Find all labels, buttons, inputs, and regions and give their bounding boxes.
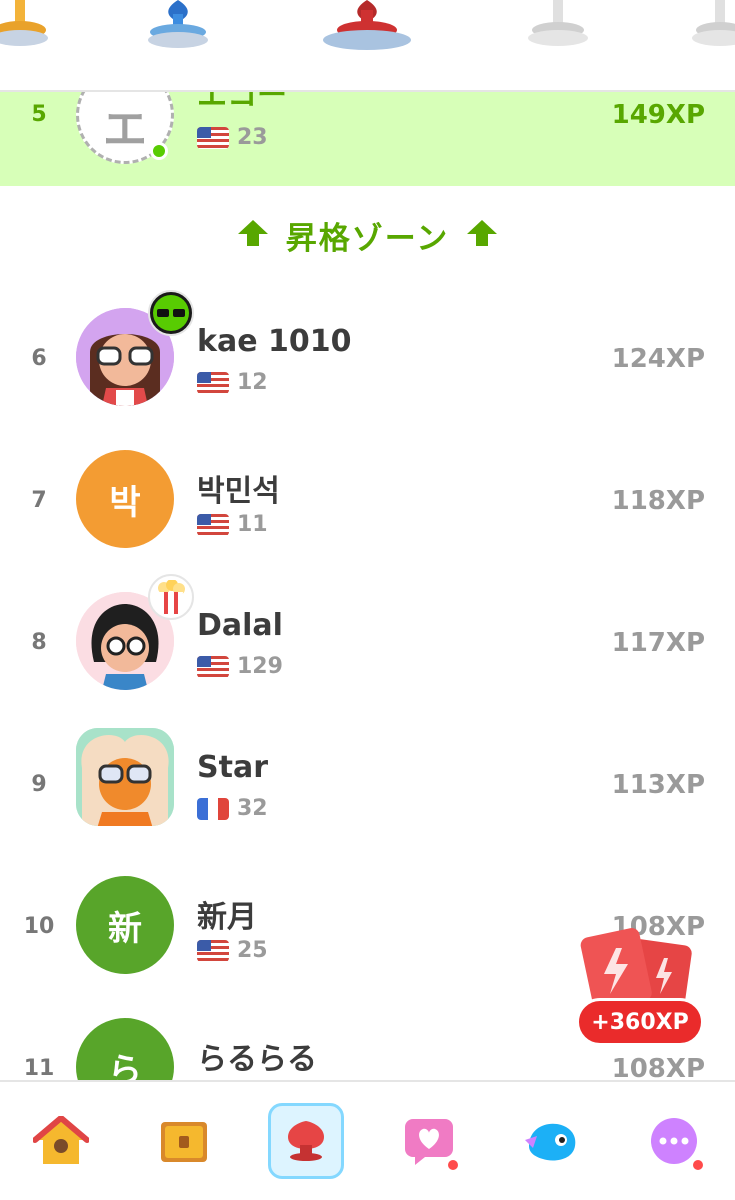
up-arrow-icon [237, 220, 268, 250]
home-icon [33, 1116, 90, 1164]
streak-count: 23 [237, 125, 268, 150]
up-arrow-icon-2 [467, 220, 498, 250]
xp-boost-card[interactable]: +360XP [576, 928, 704, 1048]
rank-number: 7 [31, 488, 47, 513]
league-trophy-strip [0, 0, 735, 92]
us-flag-icon [197, 126, 229, 149]
nav-leaderboard[interactable] [268, 1103, 345, 1179]
user-name: らるらる [197, 1042, 317, 1077]
user-meta: 12 [197, 370, 268, 395]
xp-value: 124XP [611, 344, 705, 374]
user-name: kae 1010 [197, 324, 352, 359]
leaderboard-row-current-user[interactable]: 5 エ エコー 23 149XP [0, 66, 735, 186]
duo-bird-icon [525, 1123, 576, 1161]
nav-duo[interactable] [513, 1103, 589, 1179]
nav-chest[interactable] [146, 1103, 222, 1179]
leaderboard-row[interactable]: 6 kae 1010 12 124XP [0, 290, 735, 432]
xp-boost-label: +360XP [576, 998, 704, 1046]
us-flag-icon [197, 513, 229, 536]
avatar[interactable]: 新 [76, 876, 174, 974]
fr-flag-icon [197, 797, 229, 820]
leaderboard-shield-icon [288, 1121, 325, 1161]
streak-count: 11 [237, 512, 268, 537]
bottom-navigation [0, 1080, 735, 1200]
popcorn-badge-icon [148, 574, 194, 620]
user-name: 박민석 [197, 474, 280, 509]
promotion-zone-label: 昇格ゾーン [285, 220, 450, 257]
nav-more[interactable] [636, 1103, 712, 1179]
xp-value: 118XP [611, 486, 705, 516]
streak-count: 129 [237, 654, 283, 679]
rank-number: 11 [23, 1056, 55, 1081]
streak-count: 32 [237, 796, 268, 821]
heart-message-icon [404, 1119, 453, 1165]
rank-number: 10 [23, 914, 55, 939]
rank-number: 8 [31, 630, 47, 655]
avatar[interactable] [76, 728, 174, 826]
us-flag-icon [197, 371, 229, 394]
rank-number: 5 [31, 102, 47, 127]
promotion-zone-divider: 昇格ゾーン [0, 205, 735, 265]
user-name: 新月 [197, 900, 257, 935]
user-meta: 25 [197, 938, 268, 963]
xp-value: 117XP [611, 628, 705, 658]
gold-trophy-icon [0, 0, 50, 48]
user-meta: 11 [197, 512, 268, 537]
streak-count: 12 [237, 370, 268, 395]
leaderboard-row[interactable]: 9 Star 32 113XP [0, 716, 735, 858]
us-flag-icon [197, 939, 229, 962]
user-name: Star [197, 750, 268, 785]
user-meta: 23 [197, 125, 268, 150]
rank-number: 9 [31, 772, 47, 797]
avatar[interactable]: 박 [76, 450, 174, 548]
us-flag-icon [197, 655, 229, 678]
xp-value: 113XP [611, 770, 705, 800]
notification-dot [689, 1157, 706, 1173]
leaderboard-row[interactable]: 7 박 박민석 11 118XP [0, 432, 735, 574]
silver-trophy-icon [526, 0, 590, 48]
leaderboard-row[interactable]: 8 Dalal 129 117XP [0, 574, 735, 716]
online-indicator [150, 142, 168, 160]
nav-home[interactable] [23, 1103, 99, 1179]
notification-dot [444, 1157, 461, 1173]
user-name: Dalal [197, 608, 283, 643]
red-trophy-icon [320, 0, 414, 54]
nav-messages[interactable] [391, 1103, 467, 1179]
user-meta: 32 [197, 796, 268, 821]
sunglasses-owl-badge-icon [148, 290, 194, 336]
blue-trophy-icon [143, 0, 213, 50]
rank-number: 6 [31, 346, 47, 371]
xp-value: 149XP [611, 100, 705, 130]
streak-count: 25 [237, 938, 268, 963]
user-meta: 129 [197, 654, 283, 679]
treasure-chest-icon [160, 1122, 207, 1162]
silver-trophy-icon-2 [690, 0, 735, 48]
